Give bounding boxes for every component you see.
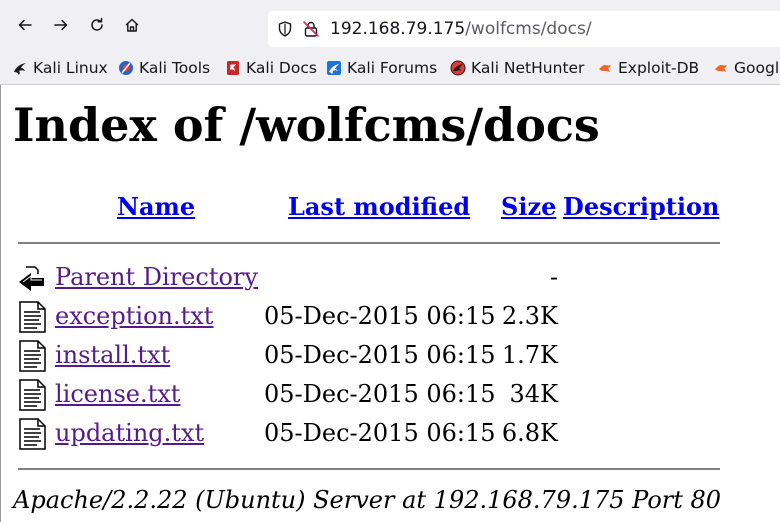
kali-tools-icon: [119, 61, 133, 75]
home-button[interactable]: [121, 14, 143, 36]
bookmark-label: Googl: [734, 59, 780, 77]
file-link-install[interactable]: install.txt: [55, 339, 170, 371]
browser-toolbar: 192.168.79.175/wolfcms/docs/: [0, 0, 780, 50]
bookmark-kali-forums[interactable]: Kali Forums: [326, 58, 437, 78]
bookmark-label: Kali Tools: [139, 59, 211, 77]
table-row: license.txt 05-Dec-2015 06:15 34K: [1, 377, 780, 413]
server-signature: Apache/2.2.22 (Ubuntu) Server at 192.168…: [13, 486, 722, 514]
arrow-right-icon: [54, 19, 68, 31]
text-file-icon: [19, 418, 46, 450]
bookmark-label: Kali Docs: [246, 59, 317, 77]
column-header-size[interactable]: Size: [501, 191, 556, 223]
bookmark-google-hacking-db[interactable]: Googl: [713, 58, 779, 78]
footer-divider: [18, 468, 720, 470]
file-link-exception[interactable]: exception.txt: [55, 300, 213, 332]
file-size: -: [549, 263, 558, 291]
column-header-name[interactable]: Name: [117, 191, 195, 223]
file-size: 2.3K: [501, 302, 558, 330]
file-link-parent-directory[interactable]: Parent Directory: [55, 261, 258, 293]
bookmark-label: Kali NetHunter: [471, 59, 585, 77]
file-size: 34K: [509, 380, 558, 408]
table-row: install.txt 05-Dec-2015 06:15 1.7K: [1, 338, 780, 374]
bookmark-kali-tools[interactable]: Kali Tools: [118, 58, 210, 78]
exploit-db-icon: [599, 65, 611, 72]
bookmark-kali-nethunter[interactable]: Kali NetHunter: [450, 58, 584, 78]
bookmarks-toolbar: Kali Linux Kali Tools Kali Docs Kali For…: [0, 50, 780, 85]
header-divider: [18, 242, 720, 244]
file-date: 05-Dec-2015 06:15: [264, 341, 496, 369]
text-file-icon: [19, 301, 46, 333]
reload-icon: [91, 17, 103, 31]
file-size: 1.7K: [501, 341, 558, 369]
back-arrow-icon: [19, 266, 44, 291]
bookmark-kali-linux[interactable]: Kali Linux: [12, 58, 108, 78]
file-date: 05-Dec-2015 06:15: [264, 302, 496, 330]
insecure-lock-icon[interactable]: [302, 20, 320, 38]
url-host: 192.168.79.175: [330, 19, 466, 39]
kali-dragon-icon: [14, 63, 26, 75]
table-row: updating.txt 05-Dec-2015 06:15 6.8K: [1, 416, 780, 452]
bookmark-kali-docs[interactable]: Kali Docs: [225, 58, 317, 78]
address-bar[interactable]: 192.168.79.175/wolfcms/docs/: [268, 11, 780, 47]
home-icon: [125, 18, 139, 32]
forward-button[interactable]: [50, 14, 72, 36]
kali-docs-icon: [227, 61, 239, 75]
file-size: 6.8K: [501, 419, 558, 447]
file-link-updating[interactable]: updating.txt: [55, 417, 204, 449]
page-title: Index of /wolfcms/docs: [13, 98, 600, 152]
back-button[interactable]: [14, 14, 36, 36]
file-date: 05-Dec-2015 06:15: [264, 380, 496, 408]
arrow-left-icon: [18, 19, 32, 31]
url-text[interactable]: 192.168.79.175/wolfcms/docs/: [330, 18, 592, 40]
kali-forums-icon: [327, 61, 341, 75]
bookmark-exploit-db[interactable]: Exploit-DB: [597, 58, 699, 78]
url-path: /wolfcms/docs/: [465, 19, 592, 39]
column-header-last-modified[interactable]: Last modified: [288, 191, 470, 223]
table-row: Parent Directory -: [1, 260, 780, 296]
google-hacking-db-icon: [715, 65, 727, 72]
reload-button[interactable]: [86, 14, 108, 36]
file-link-license[interactable]: license.txt: [55, 378, 180, 410]
text-file-icon: [19, 379, 46, 411]
file-date: 05-Dec-2015 06:15: [264, 419, 496, 447]
kali-nethunter-icon: [450, 60, 466, 76]
page-content: Index of /wolfcms/docs Name Last modifie…: [0, 85, 780, 522]
shield-icon[interactable]: [276, 20, 294, 38]
bookmark-label: Kali Forums: [347, 59, 438, 77]
bookmark-label: Kali Linux: [33, 59, 108, 77]
text-file-icon: [19, 340, 46, 372]
bookmark-label: Exploit-DB: [618, 59, 700, 77]
column-header-description[interactable]: Description: [563, 191, 719, 223]
table-row: exception.txt 05-Dec-2015 06:15 2.3K: [1, 299, 780, 335]
